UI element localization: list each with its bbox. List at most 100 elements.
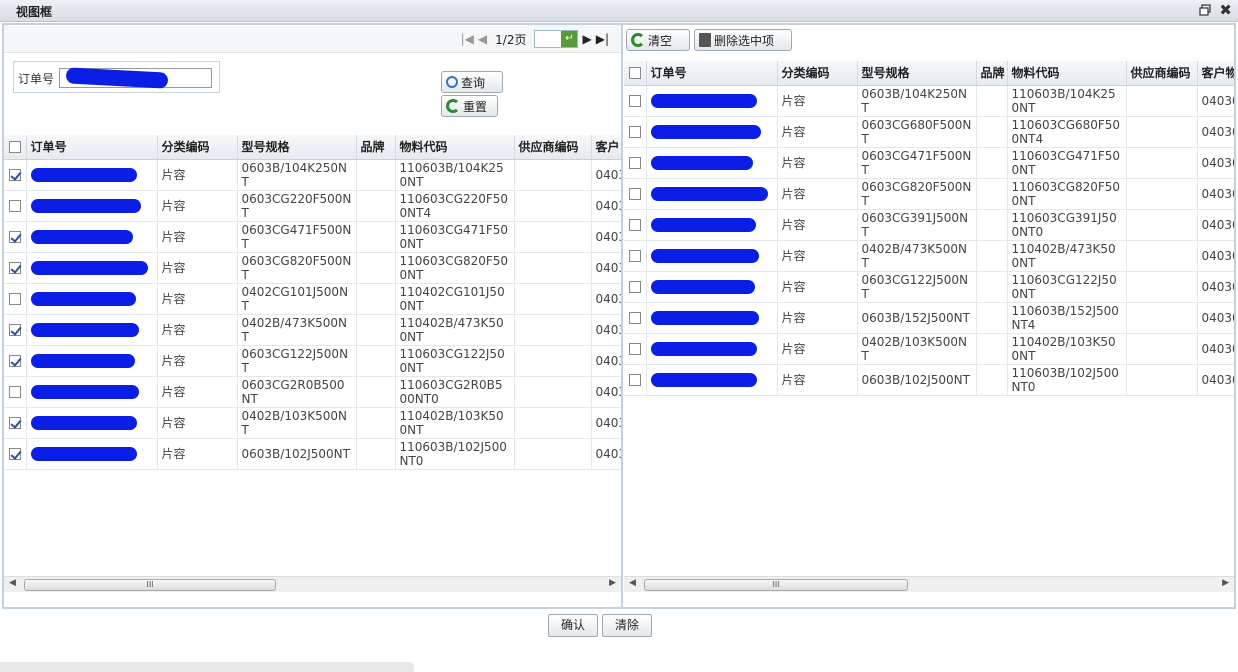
prev-page-icon[interactable]: ◀ [478,32,487,46]
row-checkbox[interactable] [628,312,641,324]
page-input[interactable] [535,31,562,47]
col-supplier-code[interactable]: 供应商编码 [514,135,592,160]
confirm-button[interactable]: 确认 [548,614,598,637]
row-checkbox[interactable] [628,250,641,262]
order-number-cell [26,252,158,284]
row-checkbox[interactable] [628,188,641,200]
supplier-cell [1126,85,1198,117]
col-customer[interactable]: 客户 [591,135,621,160]
model-cell: 0402B/103K500NT [237,407,357,439]
clear-selection-button[interactable]: 清空 [626,29,690,51]
customer-cell: 0403 [591,314,621,346]
model-cell: 0603B/104K250NT [237,159,357,191]
clear-button[interactable]: 清除 [602,614,652,637]
right-table-row[interactable]: 片容0402B/103K500NT 110402B/103K500NT 040305 [624,333,1234,365]
col-brand[interactable]: 品牌 [356,135,396,160]
right-table-row[interactable]: 片容0603B/104K250NT 110603B/104K250NT 040309 [624,85,1234,117]
order-number-cell [26,159,158,191]
right-col-supplier-code[interactable]: 供应商编码 [1126,61,1198,86]
left-table-row[interactable]: 片容0603CG820F500NT 110603CG820F500NT 0403 [4,252,621,284]
customer-cell: 0403 [591,252,621,284]
col-category-code[interactable]: 分类编码 [157,135,238,160]
row-checkbox[interactable] [8,200,21,212]
next-page-icon[interactable]: ▶ [582,32,591,46]
row-checkbox[interactable] [8,262,21,274]
right-table-row[interactable]: 片容0603CG391J500NT 110603CG391J500NT0 04030… [624,209,1234,241]
close-icon[interactable]: ✖ [1219,1,1232,19]
col-model-spec[interactable]: 型号规格 [237,135,357,160]
right-table-header: 订单号 分类编码 型号规格 品牌 物料代码 供应商编码 客户物 [624,61,1234,86]
left-table-row[interactable]: 片容0603CG220F500NT 110603CG220F500NT4 0403 [4,190,621,222]
right-table-row[interactable]: 片容0603CG680F500NT 110603CG680F500NT4 04030… [624,116,1234,148]
right-col-model-spec[interactable]: 型号规格 [857,61,977,86]
row-checkbox[interactable] [628,219,641,231]
pane-divider[interactable] [621,25,623,607]
right-col-customer[interactable]: 客户物 [1197,61,1234,86]
row-checkbox[interactable] [628,95,641,107]
material-cell: 110603CG680F500NT4 [1007,116,1127,148]
right-col-brand[interactable]: 品牌 [976,61,1008,86]
scroll-right-icon[interactable]: ▶ [609,578,616,588]
row-checkbox[interactable] [628,281,641,293]
restore-icon[interactable] [1198,3,1212,17]
right-table-row[interactable]: 片容0402B/473K500NT 110402B/473K500NT 040306 [624,240,1234,272]
right-table-row[interactable]: 片容0603B/152J500NT 110603B/152J500NT4 04030… [624,302,1234,334]
delete-selected-button[interactable]: 删除选中项 [694,29,792,51]
row-checkbox[interactable] [628,126,641,138]
row-checkbox[interactable] [628,343,641,355]
left-toolbar: |◀ ◀ 1/2页 ↵ ▶ ▶| [4,25,621,53]
row-checkbox[interactable] [8,293,21,305]
col-order-number[interactable]: 订单号 [26,135,158,160]
row-checkbox[interactable] [628,157,641,169]
material-cell: 110603B/152J500NT4 [1007,302,1127,334]
right-table-row[interactable]: 片容0603CG471F500NT 110603CG471F500NT 040308 [624,147,1234,179]
left-horizontal-scrollbar[interactable]: ◀ III ▶ [4,576,621,592]
right-scroll-thumb[interactable]: III [644,579,908,591]
first-page-icon[interactable]: |◀ [461,32,474,46]
row-checkbox[interactable] [8,324,21,336]
col-material-code[interactable]: 物料代码 [395,135,515,160]
scroll-right-icon[interactable]: ▶ [1222,578,1229,588]
right-select-all-checkbox[interactable] [628,67,641,80]
model-cell: 0402B/473K500NT [857,240,977,272]
right-col-category-code[interactable]: 分类编码 [777,61,858,86]
right-col-material-code[interactable]: 物料代码 [1007,61,1127,86]
left-table-row[interactable]: 片容0603CG471F500NT 110603CG471F500NT 0403 [4,221,621,253]
model-cell: 0603CG122J500NT [857,271,977,303]
category-cell: 片容 [777,271,858,303]
trash-icon [699,33,711,47]
reset-button[interactable]: 重置 [441,95,498,117]
brand-cell [356,407,396,439]
left-table-row[interactable]: 片容0603B/104K250NT 110603B/104K250NT 0403 [4,159,621,191]
scroll-left-icon[interactable]: ◀ [629,578,636,588]
right-table-row[interactable]: 片容0603B/102J500NT 110603B/102J500NT0 04030… [624,364,1234,396]
left-table-row[interactable]: 片容0402B/473K500NT 110402B/473K500NT 0403 [4,314,621,346]
right-table-row[interactable]: 片容0603CG122J500NT 110603CG122J500NT 040300 [624,271,1234,303]
row-checkbox-cell [4,159,27,191]
brand-cell [356,345,396,377]
left-table-row[interactable]: 片容0603B/102J500NT 110603B/102J500NT0 0403 [4,438,621,470]
right-col-order-number[interactable]: 订单号 [646,61,778,86]
row-checkbox[interactable] [8,417,21,429]
row-checkbox[interactable] [8,448,21,460]
row-checkbox[interactable] [628,374,641,386]
right-horizontal-scrollbar[interactable]: ◀ III ▶ [624,576,1234,592]
query-button[interactable]: 查询 [441,71,503,93]
row-checkbox[interactable] [8,169,21,181]
left-table-row[interactable]: 片容0402CG101J500NT 110402CG101J500NT 0403 [4,283,621,315]
row-checkbox[interactable] [8,355,21,367]
left-table-row[interactable]: 片容0402B/103K500NT 110402B/103K500NT 0403 [4,407,621,439]
right-table-row[interactable]: 片容0603CG820F500NT 110603CG820F500NT 040305 [624,178,1234,210]
left-table-row[interactable]: 片容0603CG122J500NT 110603CG122J500NT 0403 [4,345,621,377]
redacted-order-number [650,93,757,108]
scroll-left-icon[interactable]: ◀ [9,578,16,588]
left-scroll-thumb[interactable]: III [24,579,276,591]
row-checkbox[interactable] [8,386,21,398]
left-table-row[interactable]: 片容0603CG2R0B500NT 110603CG2R0B500NT0 0403 [4,376,621,408]
row-checkbox[interactable] [8,231,21,243]
last-page-icon[interactable]: ▶| [596,32,609,46]
brand-cell [356,159,396,191]
go-page-icon[interactable]: ↵ [561,31,578,47]
order-number-label: 订单号 [18,72,55,86]
select-all-checkbox[interactable] [8,141,21,154]
